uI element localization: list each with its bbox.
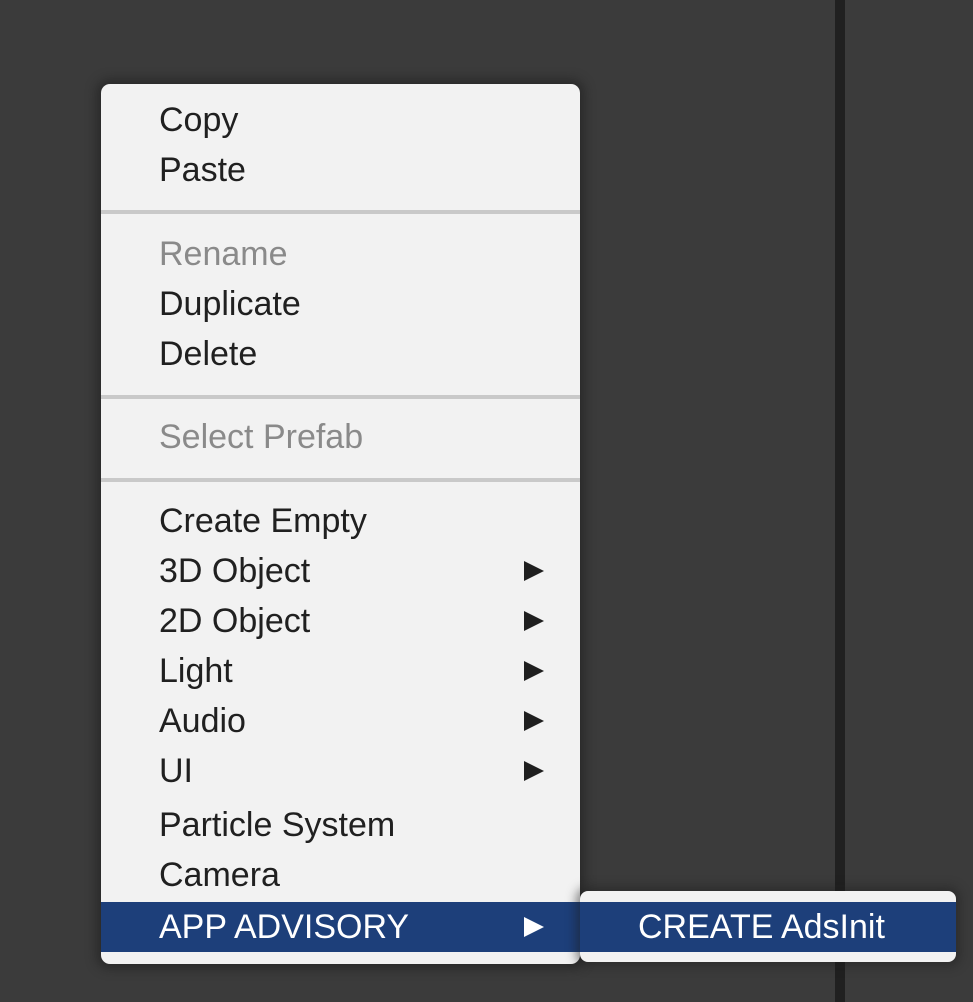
menu-item-delete[interactable]: Delete xyxy=(101,329,580,379)
submenu-arrow-icon xyxy=(524,561,544,581)
menu-item-3d-object[interactable]: 3D Object xyxy=(101,546,580,596)
scene-panel xyxy=(845,0,973,1002)
menu-item-audio[interactable]: Audio xyxy=(101,696,580,746)
menu-item-label: Create Empty xyxy=(159,502,367,540)
submenu-arrow-icon xyxy=(524,761,544,781)
menu-item-label: Particle System xyxy=(159,806,396,844)
context-menu: Copy Paste Rename Duplicate Delete Selec… xyxy=(101,84,580,964)
menu-item-ui[interactable]: UI xyxy=(101,746,580,796)
menu-item-label: Duplicate xyxy=(159,285,301,323)
menu-item-paste[interactable]: Paste xyxy=(101,145,580,195)
menu-item-select-prefab: Select Prefab xyxy=(101,412,580,462)
submenu-arrow-icon xyxy=(524,917,544,937)
submenu-item-create-adsinit[interactable]: CREATE AdsInit xyxy=(580,902,956,952)
menu-separator xyxy=(101,210,580,214)
menu-item-label: 3D Object xyxy=(159,552,311,590)
menu-item-label: APP ADVISORY xyxy=(159,908,410,946)
menu-item-label: Select Prefab xyxy=(159,418,364,456)
menu-item-label: Audio xyxy=(159,702,246,740)
menu-item-label: Copy xyxy=(159,101,239,139)
submenu-arrow-icon xyxy=(524,661,544,681)
menu-item-label: Paste xyxy=(159,151,246,189)
menu-item-label: Light xyxy=(159,652,233,690)
menu-item-duplicate[interactable]: Duplicate xyxy=(101,279,580,329)
submenu-item-label: CREATE AdsInit xyxy=(638,908,885,946)
menu-item-rename: Rename xyxy=(101,229,580,279)
menu-item-2d-object[interactable]: 2D Object xyxy=(101,596,580,646)
menu-item-label: 2D Object xyxy=(159,602,311,640)
submenu-arrow-icon xyxy=(524,611,544,631)
menu-item-particle-system[interactable]: Particle System xyxy=(101,800,580,850)
menu-item-light[interactable]: Light xyxy=(101,646,580,696)
menu-item-create-empty[interactable]: Create Empty xyxy=(101,496,580,546)
menu-item-label: Rename xyxy=(159,235,288,273)
submenu-arrow-icon xyxy=(524,711,544,731)
menu-separator xyxy=(101,395,580,399)
menu-item-label: Delete xyxy=(159,335,258,373)
menu-item-app-advisory[interactable]: APP ADVISORY xyxy=(101,902,580,952)
menu-item-copy[interactable]: Copy xyxy=(101,95,580,145)
app-advisory-submenu: CREATE AdsInit xyxy=(580,891,956,962)
menu-separator xyxy=(101,478,580,482)
menu-item-camera[interactable]: Camera xyxy=(101,850,580,900)
menu-item-label: Camera xyxy=(159,856,280,894)
panel-divider[interactable] xyxy=(835,0,845,1002)
menu-item-label: UI xyxy=(159,752,193,790)
